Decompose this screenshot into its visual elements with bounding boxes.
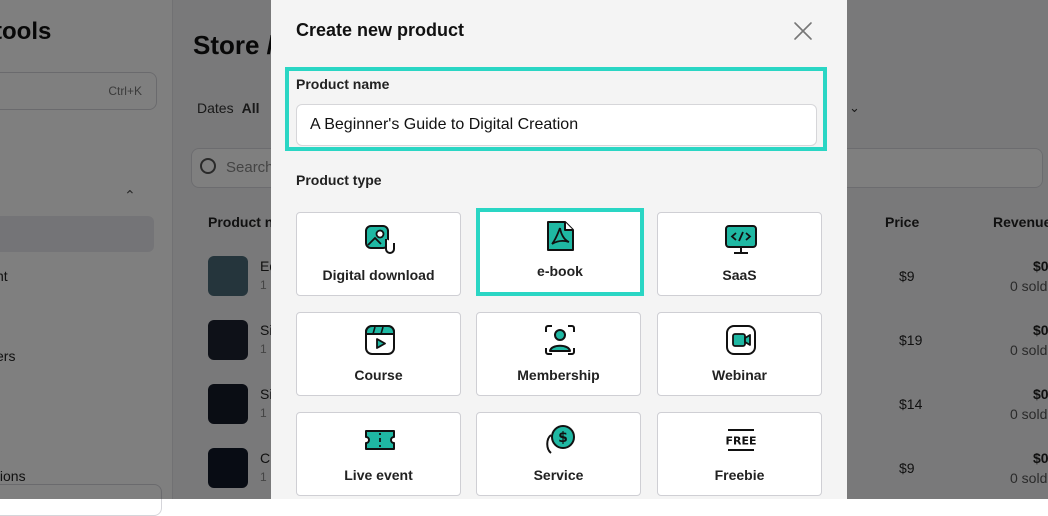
product-type-label-text: e-book [537, 263, 583, 279]
pdf-icon [547, 221, 574, 251]
product-type-label-text: Service [533, 467, 584, 483]
product-name-label: Product name [296, 76, 390, 92]
digital-download-icon [365, 225, 395, 254]
product-name-input[interactable] [296, 104, 817, 146]
free-tag-icon: FREE [725, 429, 757, 451]
product-type-label-text: Membership [517, 367, 600, 383]
product-type-e-book[interactable]: e-book [476, 208, 644, 296]
product-type-saas[interactable]: SaaS [657, 212, 822, 296]
product-type-label-text: Live event [344, 467, 413, 483]
product-type-webinar[interactable]: Webinar [657, 312, 822, 396]
create-product-modal: Create new product Product name Product … [271, 0, 847, 499]
product-type-label-text: Freebie [714, 467, 765, 483]
product-type-membership[interactable]: Membership [476, 312, 641, 396]
ticket-icon [365, 430, 395, 450]
product-type-freebie[interactable]: FREE Freebie [657, 412, 822, 496]
product-type-label-text: Digital download [322, 267, 435, 283]
svg-text:$: $ [558, 430, 568, 446]
product-type-live-event[interactable]: Live event [296, 412, 461, 496]
modal-title: Create new product [296, 20, 465, 40]
svg-text:FREE: FREE [725, 435, 756, 448]
product-type-label-text: Course [354, 367, 403, 383]
product-type-service[interactable]: $ Service [476, 412, 641, 496]
camera-icon [726, 325, 756, 355]
product-type-label-text: Webinar [712, 367, 767, 383]
dollar-coin-icon: $ [546, 425, 575, 454]
product-type-label-text: SaaS [722, 267, 757, 283]
product-type-digital-download[interactable]: Digital download [296, 212, 461, 296]
product-type-label: Product type [296, 172, 382, 188]
video-course-icon [365, 325, 395, 355]
close-icon [794, 22, 812, 40]
membership-icon [545, 325, 575, 355]
product-type-course[interactable]: Course [296, 312, 461, 396]
close-button[interactable] [789, 17, 817, 45]
monitor-code-icon [725, 225, 757, 254]
